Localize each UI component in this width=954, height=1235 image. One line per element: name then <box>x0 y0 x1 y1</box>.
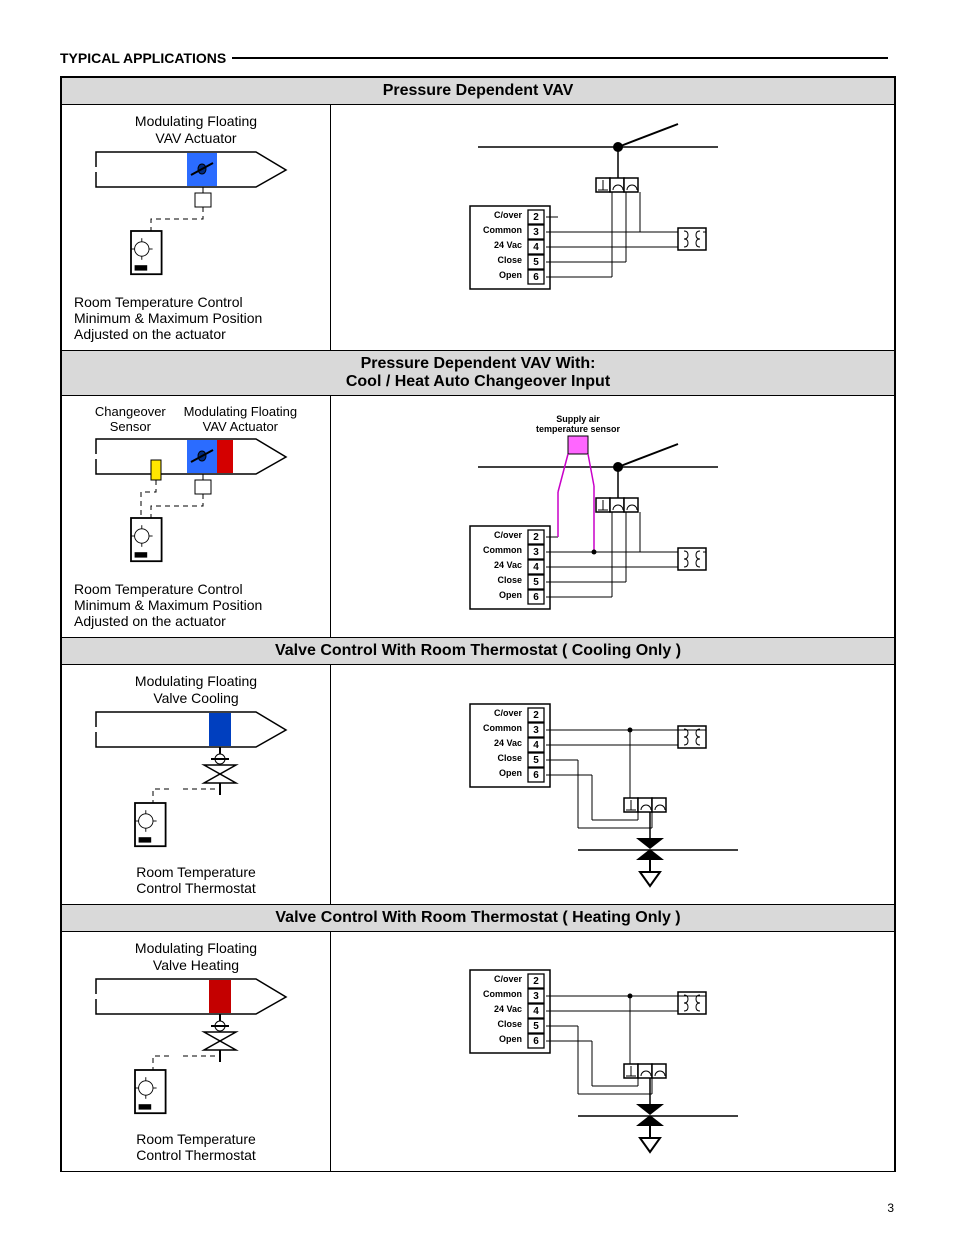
terminal-number: 3 <box>533 227 539 238</box>
terminal-number: 5 <box>533 755 539 766</box>
pictogram-cell: Modulating Floating Valve Heating Room T… <box>62 932 331 1171</box>
transformer-icon <box>678 992 706 1014</box>
terminal-label: Common <box>483 225 522 235</box>
actuator-icon <box>624 1064 666 1078</box>
terminal-number: 6 <box>533 592 539 603</box>
schematic-cell: C/over 2 Common 3 24 Vac 4 Close 5 Open … <box>331 665 894 904</box>
terminal-label: Close <box>497 255 522 265</box>
terminal-number: 5 <box>533 257 539 268</box>
valve-icon <box>636 838 664 886</box>
actuator-icon <box>596 498 638 512</box>
terminal-block: C/over 2 Common 3 24 Vac 4 Close 5 Open … <box>470 704 550 787</box>
terminal-block: C/over 2 Common 3 24 Vac 4 Close 5 Open … <box>470 970 550 1053</box>
pictogram-label: Modulating Floating VAV Actuator <box>184 404 297 434</box>
sat-label: Supply air <box>556 414 600 424</box>
terminal-number: 4 <box>533 242 539 253</box>
terminal-number: 4 <box>533 562 539 573</box>
pictogram-caption: Room Temperature Control Thermostat <box>136 1131 256 1163</box>
rule-icon <box>232 57 888 59</box>
pictogram-caption: Room Temperature Control Minimum & Maxim… <box>74 581 262 629</box>
terminal-label: Close <box>497 753 522 763</box>
section-band-line: Cool / Heat Auto Changeover Input <box>62 373 894 391</box>
terminal-label: Common <box>483 545 522 555</box>
app-row: Modulating Floating VAV Actuator Room Te… <box>61 105 895 350</box>
pictogram-caption: Room Temperature Control Minimum & Maxim… <box>74 294 262 342</box>
terminal-number: 2 <box>533 710 539 721</box>
terminal-label: C/over <box>493 708 522 718</box>
schematic-cell: C/over 2 Common 3 24 Vac 4 Close 5 Open … <box>331 105 894 350</box>
pictogram-svg <box>91 974 301 1127</box>
terminal-number: 6 <box>533 1036 539 1047</box>
terminal-label: Open <box>498 768 521 778</box>
terminal-label: 24 Vac <box>493 240 521 250</box>
pictogram-cell: Modulating Floating Valve Cooling Room T… <box>62 665 331 904</box>
terminal-number: 4 <box>533 1006 539 1017</box>
terminal-number: 6 <box>533 770 539 781</box>
terminal-label: C/over <box>493 530 522 540</box>
terminal-number: 3 <box>533 725 539 736</box>
app-row: Modulating Floating Valve Cooling Room T… <box>61 665 895 904</box>
section-header: TYPICAL APPLICATIONS <box>60 50 894 66</box>
terminal-label: Open <box>498 590 521 600</box>
section-band: Valve Control With Room Thermostat ( Hea… <box>61 904 895 932</box>
terminal-number: 3 <box>533 547 539 558</box>
transformer-icon <box>678 726 706 748</box>
pictogram-cell: Changeover Sensor Modulating Floating VAV… <box>62 396 331 637</box>
app-row: Changeover Sensor Modulating Floating VAV… <box>61 396 895 637</box>
section-title: TYPICAL APPLICATIONS <box>60 50 226 66</box>
terminal-label: Close <box>497 1019 522 1029</box>
terminal-number: 5 <box>533 1021 539 1032</box>
terminal-label: 24 Vac <box>493 560 521 570</box>
terminal-label: Close <box>497 575 522 585</box>
section-band: Valve Control With Room Thermostat ( Coo… <box>61 637 895 665</box>
pictogram-label: Modulating Floating Valve Heating <box>135 940 257 974</box>
pictogram-svg <box>91 147 301 290</box>
actuator-icon <box>624 798 666 812</box>
transformer-icon <box>678 548 706 570</box>
terminal-label: C/over <box>493 210 522 220</box>
terminal-label: Open <box>498 1034 521 1044</box>
sat-label: temperature sensor <box>535 424 620 434</box>
applications-table: Pressure Dependent VAV Modulating Floati… <box>60 76 896 1172</box>
valve-icon <box>636 1104 664 1152</box>
terminal-number: 2 <box>533 532 539 543</box>
terminal-label: Common <box>483 989 522 999</box>
terminal-number: 2 <box>533 212 539 223</box>
terminal-number: 3 <box>533 991 539 1002</box>
terminal-label: Open <box>498 270 521 280</box>
split-labels: Changeover Sensor Modulating Floating VAV… <box>86 404 306 434</box>
terminal-number: 6 <box>533 272 539 283</box>
terminal-label: Common <box>483 723 522 733</box>
terminal-label: 24 Vac <box>493 738 521 748</box>
terminal-label: C/over <box>493 974 522 984</box>
pictogram-svg <box>91 434 301 577</box>
section-band: Pressure Dependent VAV <box>61 77 895 105</box>
section-band-line: Pressure Dependent VAV With: <box>62 355 894 373</box>
terminal-number: 5 <box>533 577 539 588</box>
section-band-line: Valve Control With Room Thermostat ( Hea… <box>62 909 894 927</box>
page: TYPICAL APPLICATIONS Pressure Dependent … <box>0 0 954 1235</box>
terminal-block: C/over 2 Common 3 24 Vac 4 Close 5 Open … <box>470 526 550 609</box>
terminal-label: 24 Vac <box>493 1004 521 1014</box>
pictogram-caption: Room Temperature Control Thermostat <box>136 864 256 896</box>
section-band: Pressure Dependent VAV With:Cool / Heat … <box>61 350 895 396</box>
transformer-icon <box>678 228 706 250</box>
terminal-number: 4 <box>533 740 539 751</box>
terminal-block: C/over 2 Common 3 24 Vac 4 Close 5 Open … <box>470 206 550 289</box>
pictogram-label: Modulating Floating VAV Actuator <box>135 113 257 147</box>
pictogram-label: Changeover Sensor <box>95 404 166 434</box>
schematic-cell: C/over 2 Common 3 24 Vac 4 Close 5 Open … <box>331 396 894 637</box>
pictogram-label: Modulating Floating Valve Cooling <box>135 673 257 707</box>
pictogram-svg <box>91 707 301 860</box>
page-number: 3 <box>887 1201 894 1215</box>
schematic-cell: C/over 2 Common 3 24 Vac 4 Close 5 Open … <box>331 932 894 1171</box>
app-row: Modulating Floating Valve Heating Room T… <box>61 932 895 1171</box>
terminal-number: 2 <box>533 976 539 987</box>
pictogram-cell: Modulating Floating VAV Actuator Room Te… <box>62 105 331 350</box>
actuator-icon <box>596 178 638 192</box>
section-band-line: Pressure Dependent VAV <box>62 82 894 100</box>
section-band-line: Valve Control With Room Thermostat ( Coo… <box>62 642 894 660</box>
